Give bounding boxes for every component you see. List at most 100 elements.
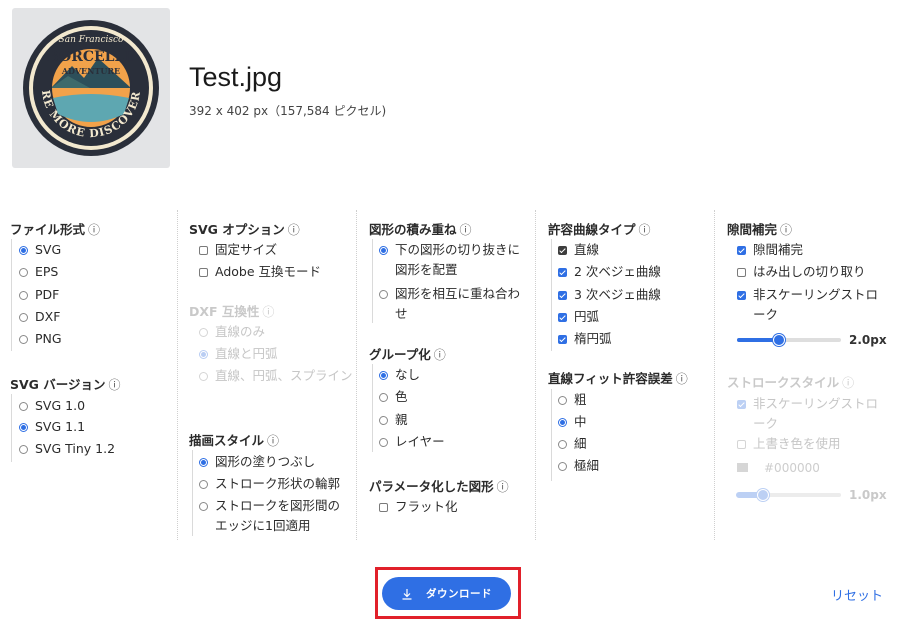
info-icon[interactable]: ⓘ — [109, 378, 121, 392]
gap-fill-non-scaling[interactable]: 非スケーリングストローク — [736, 285, 886, 325]
gap-fill-stroke-slider[interactable] — [737, 334, 841, 346]
svg-option-fixed-size[interactable]: 固定サイズ — [198, 240, 277, 260]
dxf-lines-arcs: 直線と円弧 — [198, 344, 278, 364]
grouping-title: グループ化 ⓘ — [369, 347, 446, 362]
checkbox-icon[interactable] — [558, 268, 567, 277]
gap-fill-title: 隙間補完 ⓘ — [727, 222, 793, 237]
checkbox-icon[interactable] — [558, 313, 567, 322]
curve-line[interactable]: 直線 — [557, 240, 599, 260]
file-format-svg[interactable]: SVG — [18, 240, 61, 260]
file-format-title: ファイル形式 ⓘ — [10, 222, 101, 237]
download-button[interactable]: ダウンロード — [382, 577, 511, 610]
line-fit-extra-fine[interactable]: 極細 — [557, 456, 599, 476]
radio-icon[interactable] — [199, 458, 208, 467]
slider-handle[interactable] — [773, 334, 785, 346]
radio-icon[interactable] — [379, 393, 388, 402]
radio-icon[interactable] — [19, 445, 28, 454]
stacking-cutout[interactable]: 下の図形の切り抜きに図形を配置 — [378, 240, 526, 280]
curve-cubic[interactable]: 3 次ベジェ曲線 — [557, 285, 661, 305]
dxf-lines-only: 直線のみ — [198, 322, 265, 342]
stroke-color-hex: #000000 — [764, 461, 820, 475]
radio-icon[interactable] — [379, 416, 388, 425]
file-dimensions: 392 x 402 px（157,584 ピクセル) — [189, 104, 387, 118]
grouping-none[interactable]: なし — [378, 365, 420, 385]
line-fit-coarse[interactable]: 粗 — [557, 390, 587, 410]
info-icon[interactable]: ⓘ — [267, 434, 279, 448]
radio-icon[interactable] — [558, 440, 567, 449]
radio-icon[interactable] — [379, 438, 388, 447]
svg-text:ADVENTURE: ADVENTURE — [61, 66, 120, 76]
grouping-layer[interactable]: レイヤー — [378, 432, 445, 452]
radio-icon — [199, 350, 208, 359]
line-fit-fine[interactable]: 細 — [557, 434, 587, 454]
draw-style-stroke-edges[interactable]: ストロークを図形間のエッジに1回適用 — [198, 496, 350, 536]
svg-version-1-0[interactable]: SVG 1.0 — [18, 396, 85, 416]
info-icon: ⓘ — [262, 305, 275, 319]
checkbox-icon[interactable] — [558, 291, 567, 300]
checkbox-icon[interactable] — [737, 268, 746, 277]
curve-elliptic-arc[interactable]: 楕円弧 — [557, 329, 612, 349]
radio-icon[interactable] — [19, 313, 28, 322]
checkbox-icon[interactable] — [379, 503, 388, 512]
radio-icon[interactable] — [379, 290, 388, 299]
radio-icon[interactable] — [379, 246, 388, 255]
svg-version-tiny[interactable]: SVG Tiny 1.2 — [18, 439, 115, 459]
curve-types-title: 許容曲線タイプ ⓘ — [548, 222, 651, 237]
radio-icon[interactable] — [558, 418, 567, 427]
radio-icon[interactable] — [199, 502, 208, 511]
checkbox-icon[interactable] — [737, 291, 746, 300]
info-icon[interactable]: ⓘ — [288, 223, 300, 237]
gap-fill-stroke-value: 2.0px — [849, 333, 887, 347]
stacking-overlap[interactable]: 図形を相互に重ね合わせ — [378, 284, 526, 324]
svg-version-1-1[interactable]: SVG 1.1 — [18, 417, 85, 437]
file-format-png[interactable]: PNG — [18, 329, 62, 349]
radio-icon[interactable] — [19, 402, 28, 411]
radio-icon[interactable] — [199, 480, 208, 489]
checkbox-icon[interactable] — [199, 268, 208, 277]
radio-icon[interactable] — [19, 335, 28, 344]
checkbox-icon[interactable] — [558, 335, 567, 344]
radio-icon[interactable] — [19, 246, 28, 255]
column-divider — [177, 210, 178, 540]
checkbox-icon[interactable] — [199, 246, 208, 255]
checkbox-icon[interactable] — [558, 246, 567, 255]
image-thumbnail: San Francisco BORCELLE ADVENTURE EXPLORE… — [12, 8, 170, 168]
radio-icon[interactable] — [558, 396, 567, 405]
info-icon[interactable]: ⓘ — [497, 480, 509, 494]
draw-style-fill[interactable]: 図形の塗りつぶし — [198, 452, 315, 472]
info-icon[interactable]: ⓘ — [460, 223, 472, 237]
info-icon[interactable]: ⓘ — [676, 372, 688, 386]
param-flatten[interactable]: フラット化 — [378, 497, 458, 517]
line-fit-medium[interactable]: 中 — [557, 412, 587, 432]
file-format-dxf[interactable]: DXF — [18, 307, 60, 327]
param-shapes-title: パラメータ化した図形 ⓘ — [369, 479, 509, 494]
svg-option-adobe[interactable]: Adobe 互換モード — [198, 262, 321, 282]
gap-fill-enable[interactable]: 隙間補完 — [736, 240, 803, 260]
grouping-color[interactable]: 色 — [378, 387, 408, 407]
draw-style-stroke-outline[interactable]: ストローク形状の輪郭 — [198, 474, 340, 494]
gap-fill-clip-overflow[interactable]: はみ出しの切り取り — [736, 262, 866, 282]
info-icon[interactable]: ⓘ — [88, 223, 100, 237]
radio-icon[interactable] — [19, 268, 28, 277]
curve-arc[interactable]: 円弧 — [557, 307, 599, 327]
stroke-style-title: ストロークスタイル ⓘ — [727, 375, 855, 390]
info-icon[interactable]: ⓘ — [639, 223, 651, 237]
radio-icon[interactable] — [19, 423, 28, 432]
checkbox-icon — [737, 400, 746, 409]
file-format-eps[interactable]: EPS — [18, 262, 58, 282]
stroke-non-scaling: 非スケーリングストローク — [736, 394, 886, 434]
radio-icon[interactable] — [379, 371, 388, 380]
radio-icon[interactable] — [558, 462, 567, 471]
curve-quadratic[interactable]: 2 次ベジェ曲線 — [557, 262, 661, 282]
slider-handle — [757, 489, 769, 501]
info-icon[interactable]: ⓘ — [780, 223, 792, 237]
reset-link[interactable]: リセット — [831, 585, 883, 604]
radio-icon[interactable] — [19, 291, 28, 300]
checkbox-icon — [737, 440, 746, 449]
grouping-parent[interactable]: 親 — [378, 410, 408, 430]
checkbox-icon[interactable] — [737, 246, 746, 255]
info-icon[interactable]: ⓘ — [434, 348, 446, 362]
line-fit-title: 直線フィット許容誤差 ⓘ — [548, 371, 688, 386]
file-format-pdf[interactable]: PDF — [18, 285, 59, 305]
column-divider — [714, 210, 715, 540]
